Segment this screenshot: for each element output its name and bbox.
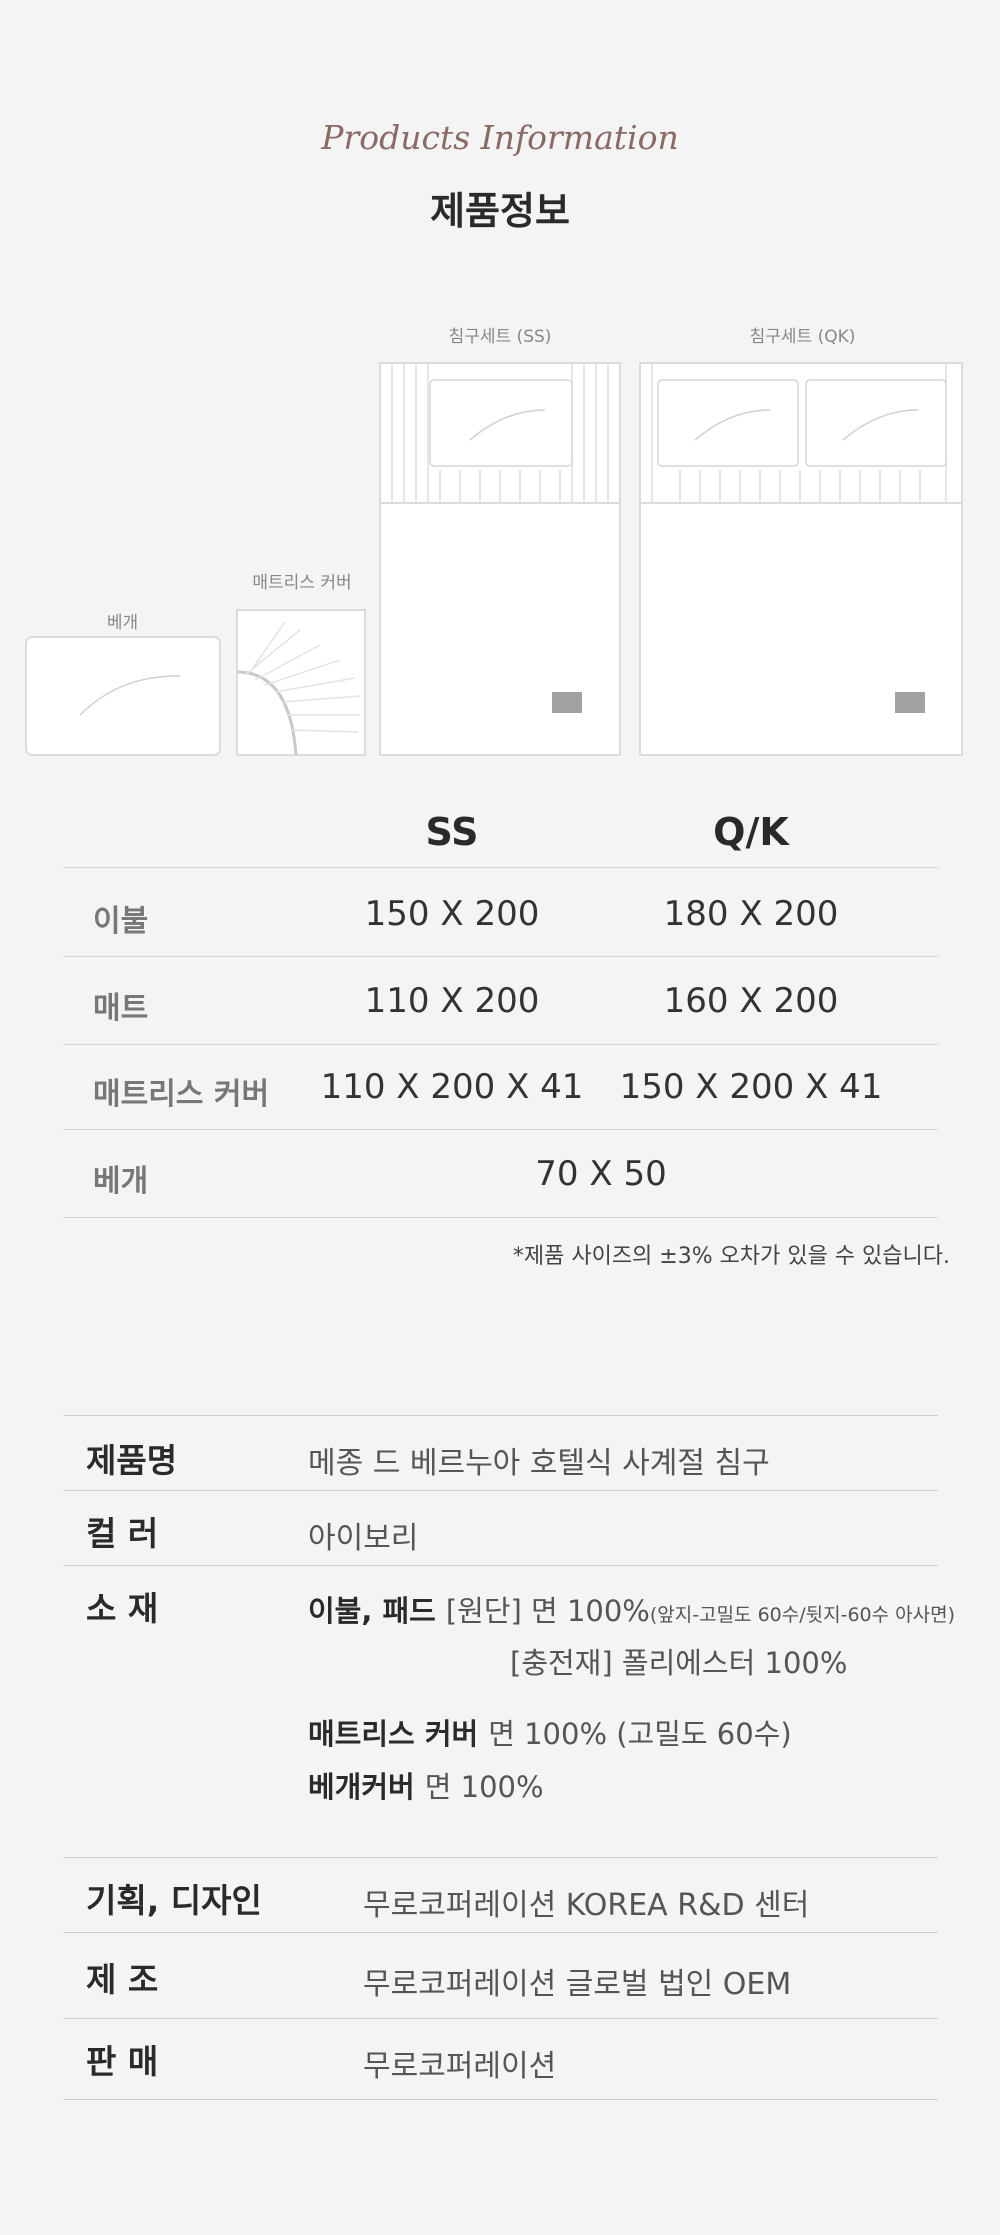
- sales-value: 무로코퍼레이션: [363, 2049, 557, 2084]
- manufacture-label: 제 조: [86, 1960, 159, 1999]
- size-value-ss: 110 X 200: [364, 981, 540, 1021]
- size-value-qk: 150 X 200 X 41: [619, 1067, 883, 1107]
- material-pillow-cover-value: 면 100%: [424, 1770, 544, 1804]
- size-table-header: SS Q/K: [63, 800, 938, 868]
- material-mattress-cover-value: 면 100% (고밀도 60수): [488, 1717, 792, 1751]
- info-row-manufacture: 제 조 무로코퍼레이션 글로벌 법인 OEM: [63, 1932, 938, 2018]
- size-table: SS Q/K 이불 150 X 200 180 X 200 매트 110 X 2…: [63, 800, 938, 1218]
- size-value-ss: 110 X 200 X 41: [320, 1067, 584, 1107]
- size-value-qk: 160 X 200: [663, 981, 839, 1021]
- material-duvet-fabric: [원단] 면 100%: [445, 1594, 650, 1628]
- size-value-qk: 180 X 200: [663, 894, 839, 934]
- material-mattress-cover-title: 매트리스 커버: [308, 1717, 479, 1751]
- material-mattress-cover-line: 매트리스 커버 면 100% (고밀도 60수): [308, 1711, 792, 1753]
- size-row-label: 이불: [93, 904, 149, 939]
- size-row-label: 매트리스 커버: [93, 1077, 270, 1112]
- ss-bedding-drawing: [379, 362, 621, 756]
- size-row-duvet: 이불 150 X 200 180 X 200: [63, 868, 938, 957]
- color-value: 아이보리: [308, 1521, 419, 1556]
- mattress-cover-drawing: [236, 609, 366, 756]
- design-value: 무로코퍼레이션 KOREA R&D 센터: [363, 1888, 810, 1923]
- column-ss: SS: [425, 810, 479, 854]
- product-name-label: 제품명: [86, 1441, 178, 1480]
- color-label: 컬 러: [86, 1514, 159, 1553]
- material-duvet-fabric-detail: (앞지-고밀도 60수/뒷지-60수 아사면): [649, 1604, 955, 1626]
- info-row-product-name: 제품명 메종 드 베르누아 호텔식 사계절 침구: [63, 1415, 938, 1490]
- material-duvet-title: 이불, 패드: [308, 1594, 436, 1628]
- material-duvet-line: 이불, 패드 [원단] 면 100%(앞지-고밀도 60수/뒷지-60수 아사면): [308, 1588, 955, 1630]
- manufacture-value: 무로코퍼레이션 글로벌 법인 OEM: [363, 1967, 792, 2002]
- sales-label: 판 매: [86, 2042, 159, 2081]
- section-title-en: Products Information: [321, 118, 679, 157]
- product-illustration: 베개 매트리스 커버 침구세트 (SS) 침구세트 (QK): [0, 300, 1000, 770]
- product-name-value: 메종 드 베르누아 호텔식 사계절 침구: [308, 1446, 770, 1481]
- info-row-sales: 판 매 무로코퍼레이션: [63, 2018, 938, 2100]
- size-row-pillow: 베개 70 X 50: [63, 1130, 938, 1218]
- column-qk: Q/K: [713, 810, 789, 854]
- bedding-drawings: [25, 362, 963, 756]
- info-row-design: 기획, 디자인 무로코퍼레이션 KOREA R&D 센터: [63, 1857, 938, 1932]
- size-value-both: 70 X 50: [535, 1154, 667, 1194]
- qk-bedding-drawing: [639, 362, 963, 756]
- material-duvet-filling: [충전재] 폴리에스터 100%: [510, 1646, 848, 1680]
- size-row-label: 매트: [93, 991, 149, 1026]
- section-title: 제품정보: [430, 189, 570, 233]
- design-label: 기획, 디자인: [86, 1881, 262, 1920]
- size-row-mat: 매트 110 X 200 160 X 200: [63, 957, 938, 1045]
- material-pillow-cover-title: 베개커버: [308, 1770, 415, 1804]
- size-row-label: 베개: [93, 1164, 149, 1199]
- product-info-table: 제품명 메종 드 베르누아 호텔식 사계절 침구 컬 러 아이보리 소 재 이불…: [63, 1415, 955, 2100]
- size-value-ss: 150 X 200: [364, 894, 540, 934]
- material-pillow-cover-line: 베개커버 면 100%: [308, 1764, 544, 1806]
- pillow-drawing: [25, 636, 221, 756]
- material-label: 소 재: [86, 1589, 159, 1628]
- size-note: *제품 사이즈의 ±3% 오차가 있을 수 있습니다.: [512, 1244, 950, 1269]
- size-row-mattress-cover: 매트리스 커버 110 X 200 X 41 150 X 200 X 41: [63, 1045, 938, 1130]
- info-row-material: 소 재 이불, 패드 [원단] 면 100%(앞지-고밀도 60수/뒷지-60수 …: [63, 1565, 955, 1857]
- info-row-color: 컬 러 아이보리: [63, 1490, 938, 1565]
